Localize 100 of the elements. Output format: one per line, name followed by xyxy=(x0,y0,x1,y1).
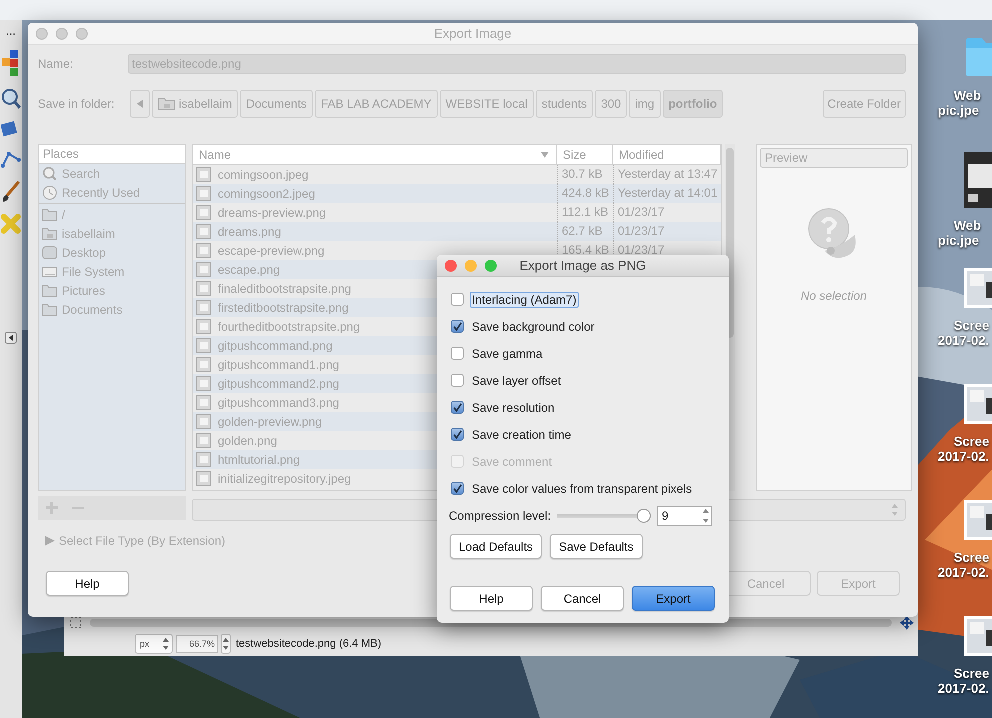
file-size: 112.1 kB xyxy=(562,205,608,219)
image-file-icon xyxy=(196,470,212,486)
file-name[interactable]: comingsoon.jpeg xyxy=(193,166,557,182)
place-item[interactable]: Recently Used xyxy=(39,183,185,202)
desktop-icon xyxy=(42,246,58,260)
status-text: testwebsitecode.png (6.4 MB) xyxy=(236,638,382,650)
file-date: 01/23/17 xyxy=(618,224,665,238)
desktop-icon-label[interactable]: Web xyxy=(936,88,982,103)
desktop-icon-label[interactable]: pic.jpe xyxy=(936,233,980,248)
file-size: 30.7 kB xyxy=(562,167,603,181)
preview-message: No selection xyxy=(800,289,868,303)
place-item[interactable]: Pictures xyxy=(39,281,185,300)
collapse-icon[interactable] xyxy=(5,332,17,344)
window-title: Export Image xyxy=(434,26,512,41)
help-button[interactable]: Help xyxy=(46,571,129,596)
image-file-icon xyxy=(196,452,212,468)
option-label[interactable]: Save creation time xyxy=(470,426,574,442)
option-label[interactable]: Save gamma xyxy=(470,346,545,362)
desktop-icon-label[interactable]: 2017-02. xyxy=(936,449,990,464)
column-header[interactable]: Name xyxy=(193,145,557,164)
checkbox[interactable] xyxy=(451,401,464,414)
path-button[interactable]: Documents xyxy=(240,90,314,118)
place-item[interactable]: / xyxy=(39,205,185,224)
column-header[interactable]: Size xyxy=(557,145,613,164)
image-file-icon xyxy=(196,394,212,410)
left-arrow-icon xyxy=(136,99,144,109)
folder-label: Save in folder: xyxy=(38,97,116,111)
file-date: 01/23/17 xyxy=(618,205,665,219)
dialog-button[interactable]: Cancel xyxy=(541,586,624,611)
option-label[interactable]: Save background color xyxy=(470,318,597,334)
checkbox[interactable] xyxy=(451,482,464,495)
place-item[interactable]: Search xyxy=(39,164,185,183)
file-type-expander[interactable]: Select File Type (By Extension) xyxy=(44,533,226,549)
file-name[interactable]: comingsoon2.jpeg xyxy=(193,186,557,202)
close-button[interactable] xyxy=(445,260,457,272)
file-name[interactable]: escape-preview.png xyxy=(193,242,557,258)
drive-icon xyxy=(42,264,58,278)
defaults-button[interactable]: Load Defaults xyxy=(450,534,542,559)
option-label[interactable]: Save resolution xyxy=(470,400,557,416)
compression-label: Compression level: xyxy=(449,509,552,523)
desktop-icon-label[interactable]: Scree xyxy=(936,550,990,565)
checkbox[interactable] xyxy=(451,428,464,441)
path-button[interactable]: students xyxy=(536,90,594,118)
magnifier-icon[interactable] xyxy=(1,88,21,110)
folder-icon xyxy=(42,226,58,240)
checkbox[interactable] xyxy=(451,320,464,333)
path-button[interactable]: img xyxy=(629,90,661,118)
dialog-button[interactable]: Help xyxy=(450,586,533,611)
image-thumbnail[interactable] xyxy=(964,152,992,208)
file-size: 165.4 kB xyxy=(562,243,610,257)
desktop-icon-label[interactable]: Scree xyxy=(936,434,990,449)
brush-icon[interactable] xyxy=(1,180,21,204)
path-button[interactable]: portfolio xyxy=(662,90,724,118)
zoom-field[interactable]: 66.7% xyxy=(176,635,218,653)
compression-field[interactable]: 9 xyxy=(657,506,712,526)
places-header: Places xyxy=(39,145,185,164)
desktop-icon-label[interactable]: 2017-02. xyxy=(936,333,990,348)
file-size: 62.7 kB xyxy=(562,224,603,238)
dialog-button[interactable]: Export xyxy=(632,586,715,611)
spinner-arrows-icon xyxy=(162,637,170,651)
desktop-icon-label[interactable]: 2017-02. xyxy=(936,681,990,696)
expander-triangle-icon xyxy=(44,535,56,547)
checkbox[interactable] xyxy=(451,293,464,306)
column-header[interactable]: Modified xyxy=(613,145,721,164)
path-button[interactable]: 300 xyxy=(595,90,628,118)
color-squares-icon[interactable] xyxy=(2,48,20,78)
desktop-icon-label[interactable]: Web xyxy=(936,218,982,233)
path-button[interactable]: FAB LAB ACADEMY xyxy=(315,90,438,118)
option-label[interactable]: Interlacing (Adam7) xyxy=(470,292,579,308)
create-folder-button[interactable]: Create Folder xyxy=(822,90,906,118)
image-file-icon xyxy=(196,414,212,430)
defaults-button[interactable]: Save Defaults xyxy=(550,534,643,559)
place-item[interactable]: Desktop xyxy=(39,243,185,262)
navigate-icon[interactable] xyxy=(900,616,914,630)
option-label[interactable]: Save color values from transparent pixels xyxy=(470,480,694,496)
export-button[interactable]: Export xyxy=(817,571,900,596)
spinner-arrows-icon[interactable] xyxy=(221,634,231,654)
unit-selector[interactable]: px xyxy=(135,634,173,654)
path-button[interactable]: WEBSITE local xyxy=(440,90,534,118)
file-size: 424.8 kB xyxy=(562,186,610,200)
place-item[interactable]: File System xyxy=(39,262,185,281)
file-name[interactable]: dreams-preview.png xyxy=(193,204,557,220)
desktop-icon-label[interactable]: Scree xyxy=(936,666,990,681)
checkbox[interactable] xyxy=(451,374,464,387)
checkbox[interactable] xyxy=(451,347,464,360)
image-file-icon xyxy=(196,356,212,372)
path-button[interactable]: isabellaim xyxy=(152,90,238,118)
place-item[interactable]: Documents xyxy=(39,300,185,319)
path-nodes-icon[interactable] xyxy=(1,150,21,170)
desktop-icon-label[interactable]: Scree xyxy=(936,318,990,333)
file-name[interactable]: dreams.png xyxy=(193,224,557,240)
image-file-icon xyxy=(196,224,212,240)
selection-icon[interactable] xyxy=(70,617,82,629)
option-label[interactable]: Save layer offset xyxy=(470,372,564,388)
slider-thumb[interactable] xyxy=(637,509,652,523)
desktop-icon-label[interactable]: 2017-02. xyxy=(936,565,990,580)
desktop-icon-label[interactable]: pic.jpe xyxy=(936,103,980,118)
image-file-icon xyxy=(196,318,212,334)
spinner-arrows-icon xyxy=(891,503,899,517)
place-item[interactable]: isabellaim xyxy=(39,224,185,243)
